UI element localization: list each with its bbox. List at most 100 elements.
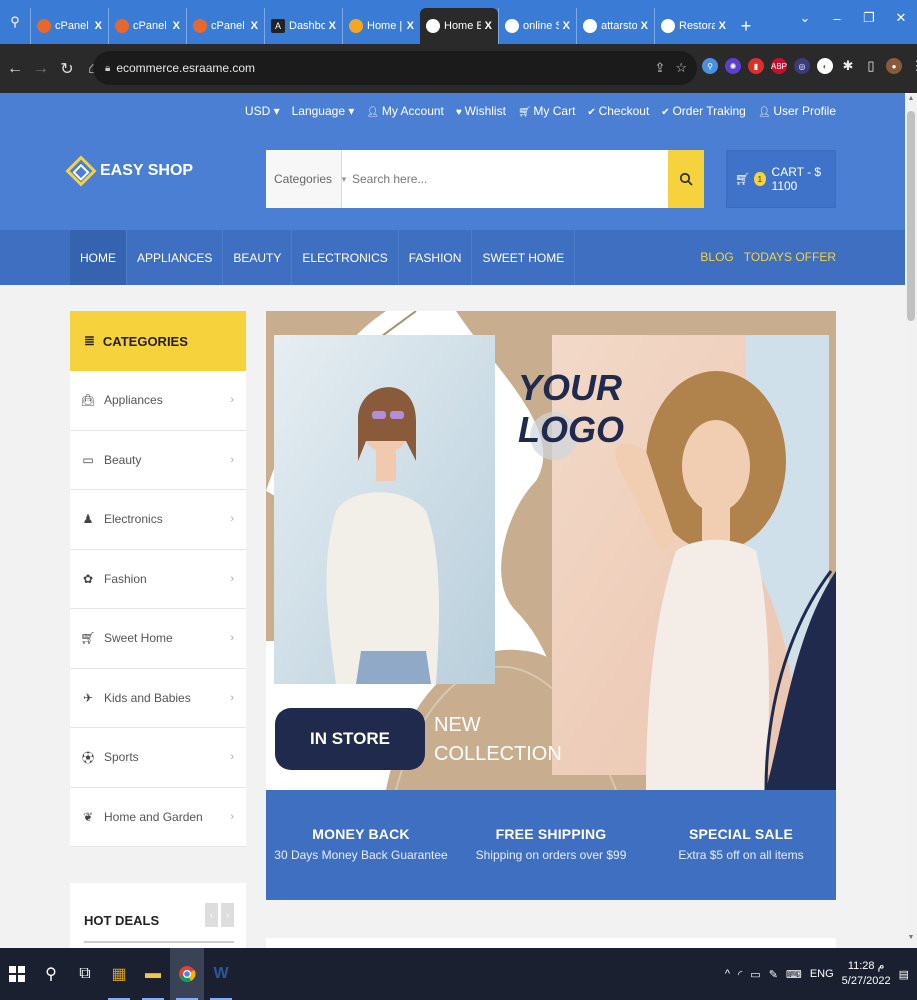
tab-title: Home | Ea [367, 20, 403, 32]
category-item[interactable]: ⚽︎ Sports › [70, 728, 246, 788]
cart-button[interactable]: 🛒︎ 1 CART - $ 1100 [726, 150, 836, 208]
word-icon[interactable]: W [204, 948, 238, 1000]
prev-arrow-icon[interactable]: ‹ [205, 903, 218, 927]
browser-tab[interactable]: Home | Ea X [342, 8, 420, 44]
url-bar[interactable]: 🔒︎ ecommerce.esraame.com ⇪ ☆ [93, 51, 697, 85]
nav-right-todays-offer[interactable]: TODAYS OFFER [744, 250, 836, 264]
wifi-icon[interactable]: ◜ [738, 968, 742, 981]
forward-icon[interactable]: → [30, 60, 52, 78]
bookmark-star-icon[interactable]: ☆ [675, 60, 687, 76]
top-link[interactable]: 👤︎ User Profile [758, 104, 836, 118]
close-window-icon[interactable]: ✕ [885, 0, 917, 36]
battery-icon[interactable]: ▭ [750, 968, 760, 981]
language-indicator[interactable]: ENG [810, 968, 834, 980]
task-view-icon[interactable]: ⧉ [68, 948, 102, 1000]
windows-start-icon[interactable] [0, 948, 34, 1000]
tab-search-icon[interactable]: ⌄ [789, 0, 821, 36]
minimize-icon[interactable]: – [821, 0, 853, 36]
tab-close-icon[interactable]: X [329, 20, 336, 32]
browser-tab[interactable]: Home Eas X [420, 8, 498, 44]
new-tab-button[interactable]: + [732, 8, 760, 44]
search-category-select[interactable]: Categories ▼ [266, 150, 348, 208]
extension-green-icon[interactable]: ◐ [817, 58, 833, 74]
in-store-badge[interactable]: IN STORE [275, 708, 425, 770]
nav-item-sweet-home[interactable]: SWEET HOME [472, 230, 576, 285]
winrar-icon[interactable]: ▦ [102, 948, 136, 1000]
nav-item-electronics[interactable]: ELECTRONICS [292, 230, 399, 285]
chevron-up-icon[interactable]: ^ [725, 968, 730, 980]
tab-close-icon[interactable]: X [563, 20, 570, 32]
top-link[interactable]: Language ▾ [292, 104, 355, 118]
tab-favicon-icon [505, 19, 519, 33]
search-icon[interactable]: ⚲ [34, 948, 68, 1000]
clock[interactable]: 11:28 م 5/27/2022 [842, 959, 891, 989]
tab-close-icon[interactable]: X [719, 20, 726, 32]
pin-icon[interactable]: ⚲ [0, 0, 30, 44]
category-item[interactable]: ♟ Electronics › [70, 490, 246, 550]
top-link[interactable]: ✔ Checkout [587, 104, 649, 118]
browser-tab[interactable]: Restoran X [654, 8, 732, 44]
nav-item-appliances[interactable]: APPLIANCES [127, 230, 224, 285]
extension-red-icon[interactable]: ▮ [748, 58, 764, 74]
top-link[interactable]: 👤︎ My Account [366, 104, 444, 118]
feature-title: SPECIAL SALE [688, 826, 794, 842]
pen-icon[interactable]: ✎ [769, 968, 778, 981]
top-link[interactable]: USD ▾ [245, 104, 280, 118]
category-item[interactable]: 👜︎ Appliances › [70, 371, 246, 431]
browser-tab[interactable]: cPanel File X [108, 8, 186, 44]
hero-banner[interactable]: YOUR LOGO IN STORE NEW COLLECTION [266, 311, 836, 790]
category-item[interactable]: ✿ Fashion › [70, 549, 246, 609]
scroll-up-icon[interactable]: ▲ [905, 95, 917, 107]
tab-close-icon[interactable]: X [95, 20, 102, 32]
nav-item-beauty[interactable]: BEAUTY [223, 230, 293, 285]
profile-avatar[interactable]: ● [886, 58, 902, 74]
notification-icon[interactable]: ▤ [899, 968, 909, 981]
nav-item-fashion[interactable]: FASHION [399, 230, 473, 285]
chrome-icon[interactable] [170, 948, 204, 1000]
search-input[interactable]: Search here... [342, 150, 668, 208]
puzzle-icon[interactable]: ✱ [840, 58, 856, 74]
next-arrow-icon[interactable]: › [221, 903, 234, 927]
browser-tab[interactable]: A Dashboard X [264, 8, 342, 44]
tab-close-icon[interactable]: X [173, 20, 180, 32]
search-button[interactable] [668, 150, 704, 208]
tab-title: cPanel File [211, 20, 247, 32]
extension-star-icon[interactable]: ✺ [725, 58, 741, 74]
sidepanel-icon[interactable]: ▯ [863, 58, 879, 74]
browser-tab[interactable]: attarstore X [576, 8, 654, 44]
cart-icon: 🛒︎ [80, 631, 96, 646]
reload-icon[interactable]: ↻ [56, 59, 78, 79]
browser-tab[interactable]: cPanel File X [186, 8, 264, 44]
nav-right-blog[interactable]: BLOG [700, 250, 733, 264]
share-icon[interactable]: ⇪ [654, 60, 665, 76]
site-logo[interactable]: EASY SHOP [65, 155, 193, 187]
browser-tab[interactable]: cPanel - S X [30, 8, 108, 44]
tab-close-icon[interactable]: X [407, 20, 414, 32]
scroll-thumb[interactable] [907, 111, 915, 321]
category-item[interactable]: 🛒︎ Sweet Home › [70, 609, 246, 669]
back-icon[interactable]: ← [4, 60, 26, 78]
adblock-icon[interactable]: ABP [771, 58, 787, 74]
extension-pin-icon[interactable]: ⚲ [702, 58, 718, 74]
tab-close-icon[interactable]: X [251, 20, 258, 32]
extension-circle-icon[interactable]: ◎ [794, 58, 810, 74]
category-item[interactable]: ❦ Home and Garden › [70, 787, 246, 847]
tab-close-icon[interactable]: X [485, 20, 492, 32]
top-link[interactable]: ♥ Wishlist [456, 104, 506, 118]
menu-kebab-icon[interactable]: ⋮ [909, 58, 917, 74]
nav-item-home[interactable]: HOME [70, 230, 127, 285]
category-item[interactable]: ✈ Kids and Babies › [70, 668, 246, 728]
scroll-down-icon[interactable]: ▼ [905, 934, 917, 946]
feature-title: MONEY BACK [312, 826, 410, 842]
restore-icon[interactable]: ❐ [853, 0, 885, 36]
categories-header[interactable]: ≣ CATEGORIES [70, 311, 246, 371]
page-scrollbar[interactable]: ▲ ▼ [905, 93, 917, 948]
lock-icon[interactable]: 🔒︎ [105, 63, 110, 74]
browser-tab[interactable]: online Sh X [498, 8, 576, 44]
tab-close-icon[interactable]: X [641, 20, 648, 32]
file-explorer-icon[interactable]: ▬ [136, 948, 170, 1000]
top-link[interactable]: ✔ Order Traking [661, 104, 746, 118]
category-item[interactable]: ▭ Beauty › [70, 430, 246, 490]
keyboard-icon[interactable]: ⌨ [786, 968, 802, 981]
top-link[interactable]: 🛒︎ My Cart [518, 104, 575, 118]
